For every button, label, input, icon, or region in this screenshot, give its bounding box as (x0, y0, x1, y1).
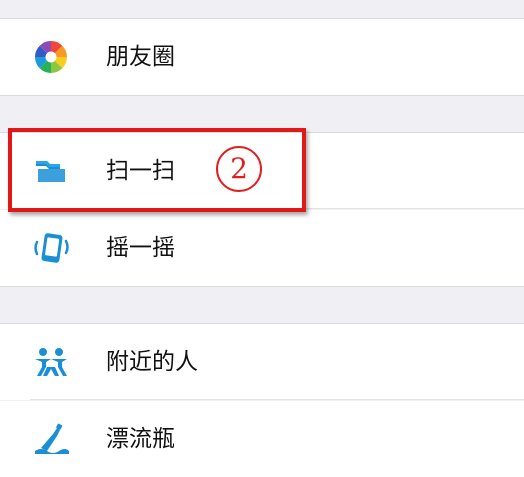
people-nearby-icon (32, 343, 70, 381)
section-gap (0, 96, 524, 132)
menu-item-label: 朋友圈 (106, 44, 175, 70)
divider (30, 399, 524, 400)
menu-item-label: 漂流瓶 (106, 426, 175, 452)
menu-item-people-nearby[interactable]: 附近的人 (0, 324, 524, 400)
menu-item-moments[interactable]: 朋友圈 (0, 19, 524, 95)
menu-item-shake[interactable]: 摇一摇 (0, 210, 524, 286)
menu-item-label: 摇一摇 (106, 235, 175, 261)
shake-phone-icon (32, 229, 70, 267)
moments-aperture-icon (32, 38, 70, 76)
section-gap (0, 287, 524, 323)
annotation-step-number: 2 (216, 146, 262, 192)
menu-item-drift-bottle[interactable]: 漂流瓶 (0, 401, 524, 477)
section-gap-top (0, 0, 524, 18)
menu-item-label: 附近的人 (106, 349, 198, 375)
drift-bottle-icon (32, 420, 70, 458)
